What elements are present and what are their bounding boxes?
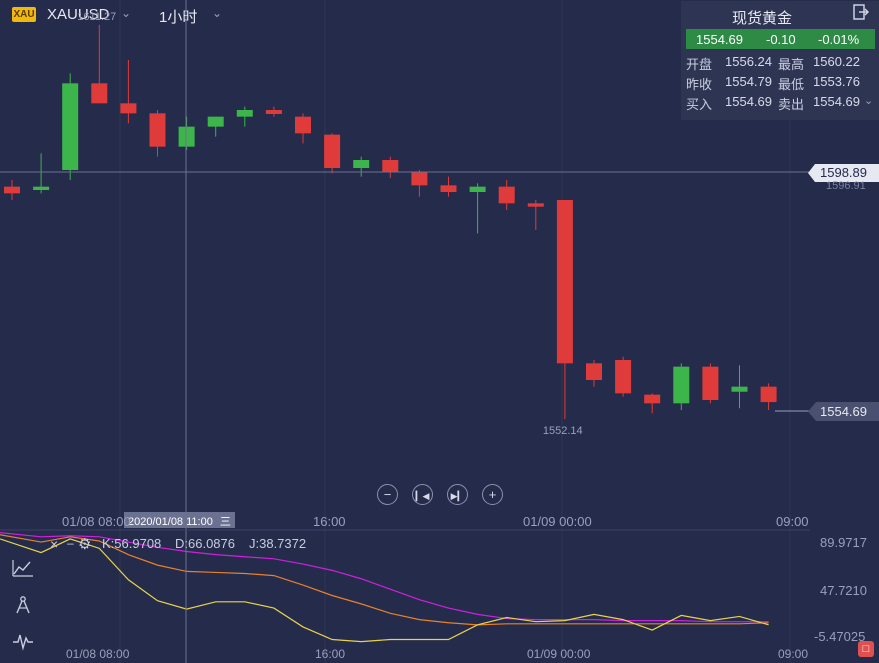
settings-gear-icon[interactable]: ⚙: [78, 535, 91, 553]
low-value: 1553.76: [813, 74, 860, 89]
candle-body: [33, 186, 50, 190]
candle-body: [149, 113, 166, 147]
quote-title: 现货黄金: [731, 10, 792, 27]
candle-body: [324, 134, 341, 168]
candle-body: [120, 103, 137, 114]
stat-row-bid-ask: 买入 1554.69 卖出 1554.69 ⌄: [686, 94, 876, 112]
go-end-button[interactable]: ▶▎: [447, 484, 468, 505]
candle-body: [498, 186, 515, 204]
candle-body: [644, 394, 661, 404]
x-tick-label: 01/08 08:00: [62, 514, 131, 529]
candle-body: [4, 186, 20, 194]
drawing-tool-icon[interactable]: [12, 595, 34, 615]
x-tick-label: 01/08 08:00: [66, 647, 130, 661]
candle-body: [91, 83, 108, 104]
candle-body: [411, 172, 428, 186]
stat-row-open-high: 开盘 1556.24 最高 1560.22: [686, 54, 876, 72]
ind-ytick-mid: 47.7210: [820, 583, 867, 598]
change-pct-value: -0.01%: [818, 32, 860, 47]
candle-body: [673, 366, 690, 404]
close-icon[interactable]: ×: [50, 536, 58, 552]
crosshair-price: 1598.89: [820, 165, 867, 180]
x-tick-label: 01/09 00:00: [523, 514, 592, 529]
candle-body: [615, 360, 632, 394]
candle-body: [731, 386, 748, 392]
candle-body: [178, 126, 195, 147]
k-value-label: K:56.9708: [102, 536, 162, 551]
kdj-j-line: [0, 538, 769, 643]
candle-body: [265, 110, 282, 114]
zoom-in-button[interactable]: +: [482, 484, 503, 505]
candle-body: [295, 116, 311, 134]
last-price-tag: 1554.69: [808, 402, 879, 421]
low-label: 最低: [778, 77, 805, 92]
last-price: 1554.69: [820, 404, 867, 419]
menu-icon[interactable]: 三: [220, 516, 231, 528]
price-bar: 1554.69 -0.10 -0.01%: [686, 29, 875, 49]
candle-body: [556, 200, 573, 364]
open-label: 开盘: [686, 57, 713, 72]
candle-body: [440, 185, 457, 192]
bid-label: 买入: [686, 97, 713, 112]
quote-panel: 现货黄金 1554.69 -0.10 -0.01% 开盘 1556.24 最高 …: [681, 1, 879, 120]
candle-body: [62, 83, 79, 170]
x-tick-label: 09:00: [776, 514, 809, 529]
crosshair-time: 2020/01/08 11:00: [128, 516, 213, 528]
change-value: -0.10: [766, 32, 796, 47]
ind-ytick-top: 89.9717: [820, 535, 867, 550]
x-tick-label: 01/09 00:00: [527, 647, 591, 661]
d-value-label: D:66.0876: [175, 536, 235, 551]
open-value: 1556.24: [725, 54, 772, 69]
ghost-price-label: 1596.91: [826, 180, 866, 192]
candle-body: [469, 186, 486, 192]
j-value-label: J:38.7372: [249, 536, 307, 551]
candle-body: [586, 363, 602, 380]
x-tick-label: 09:00: [778, 647, 809, 661]
go-start-button[interactable]: ▎◀: [412, 484, 433, 505]
prev-close-label: 昨收: [686, 77, 713, 92]
min-low-label: 1552.14: [542, 425, 583, 438]
prev-close-value: 1554.79: [725, 74, 772, 89]
candle-body: [760, 386, 777, 403]
chart-type-icon[interactable]: [12, 558, 34, 578]
x-tick-label: 16:00: [315, 647, 346, 661]
collapse-icon[interactable]: –: [67, 536, 74, 550]
candle-body: [527, 203, 544, 207]
candle-body: [353, 160, 370, 168]
bid-value: 1554.69: [725, 94, 772, 109]
last-price-value: 1554.69: [696, 32, 743, 47]
indicator-icon[interactable]: [12, 631, 34, 651]
crosshair-time-tag: 2020/01/08 11:00 三: [124, 512, 235, 528]
high-value: 1560.22: [813, 54, 860, 69]
ask-value: 1554.69: [813, 94, 860, 109]
max-high-label: 1611.27: [77, 10, 117, 23]
exit-icon[interactable]: [853, 4, 869, 20]
screenshot-icon[interactable]: □: [858, 641, 874, 657]
stat-row-prevclose-low: 昨收 1554.79 最低 1553.76: [686, 74, 876, 92]
candle-body: [382, 160, 399, 172]
candle-body: [236, 110, 253, 117]
chart-stage[interactable]: XAU XAUUSD ⌄ 1小时 ⌄ 1611.27 1552.14 1598.8…: [0, 0, 879, 663]
candle-body: [702, 366, 719, 400]
candle-body: [207, 116, 224, 127]
zoom-out-button[interactable]: −: [377, 484, 398, 505]
high-label: 最高: [778, 57, 805, 72]
x-tick-label: 16:00: [313, 514, 346, 529]
chevron-down-icon[interactable]: ⌄: [864, 94, 873, 107]
ask-label: 卖出: [778, 97, 805, 112]
